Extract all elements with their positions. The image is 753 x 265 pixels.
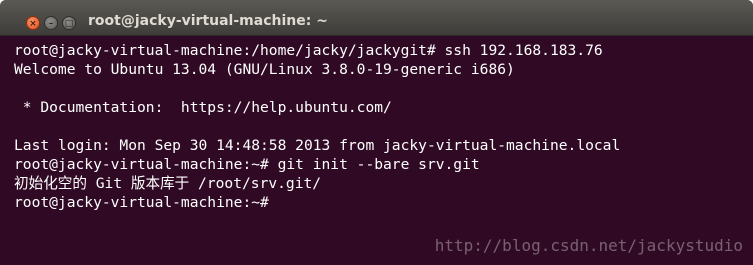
terminal-line: root@jacky-virtual-machine:~# git init -… — [14, 156, 480, 173]
terminal-line: root@jacky-virtual-machine:/home/jacky/j… — [14, 42, 603, 59]
minimize-button[interactable]: – — [44, 16, 58, 30]
maximize-icon: □ — [64, 19, 74, 29]
minimize-icon: – — [48, 19, 54, 29]
watermark: http://blog.csdn.net/jackystudio — [434, 236, 743, 255]
maximize-button[interactable]: □ — [62, 16, 76, 30]
title-bar[interactable]: × – □ root@jacky-virtual-machine: ~ — [0, 0, 753, 36]
terminal-output[interactable]: root@jacky-virtual-machine:/home/jacky/j… — [14, 41, 743, 265]
terminal-window: × – □ root@jacky-virtual-machine: ~ root… — [0, 0, 753, 265]
terminal-line: Last login: Mon Sep 30 14:48:58 2013 fro… — [14, 137, 621, 154]
terminal-prompt-line[interactable]: root@jacky-virtual-machine:~# — [14, 193, 743, 212]
close-button[interactable]: × — [26, 16, 40, 30]
terminal-line: 初始化空的 Git 版本库于 /root/srv.git/ — [14, 175, 322, 192]
terminal-line: Welcome to Ubuntu 13.04 (GNU/Linux 3.8.0… — [14, 61, 515, 78]
close-icon: × — [29, 19, 37, 29]
terminal-line: * Documentation: https://help.ubuntu.com… — [14, 99, 392, 116]
window-title: root@jacky-virtual-machine: ~ — [88, 13, 328, 29]
